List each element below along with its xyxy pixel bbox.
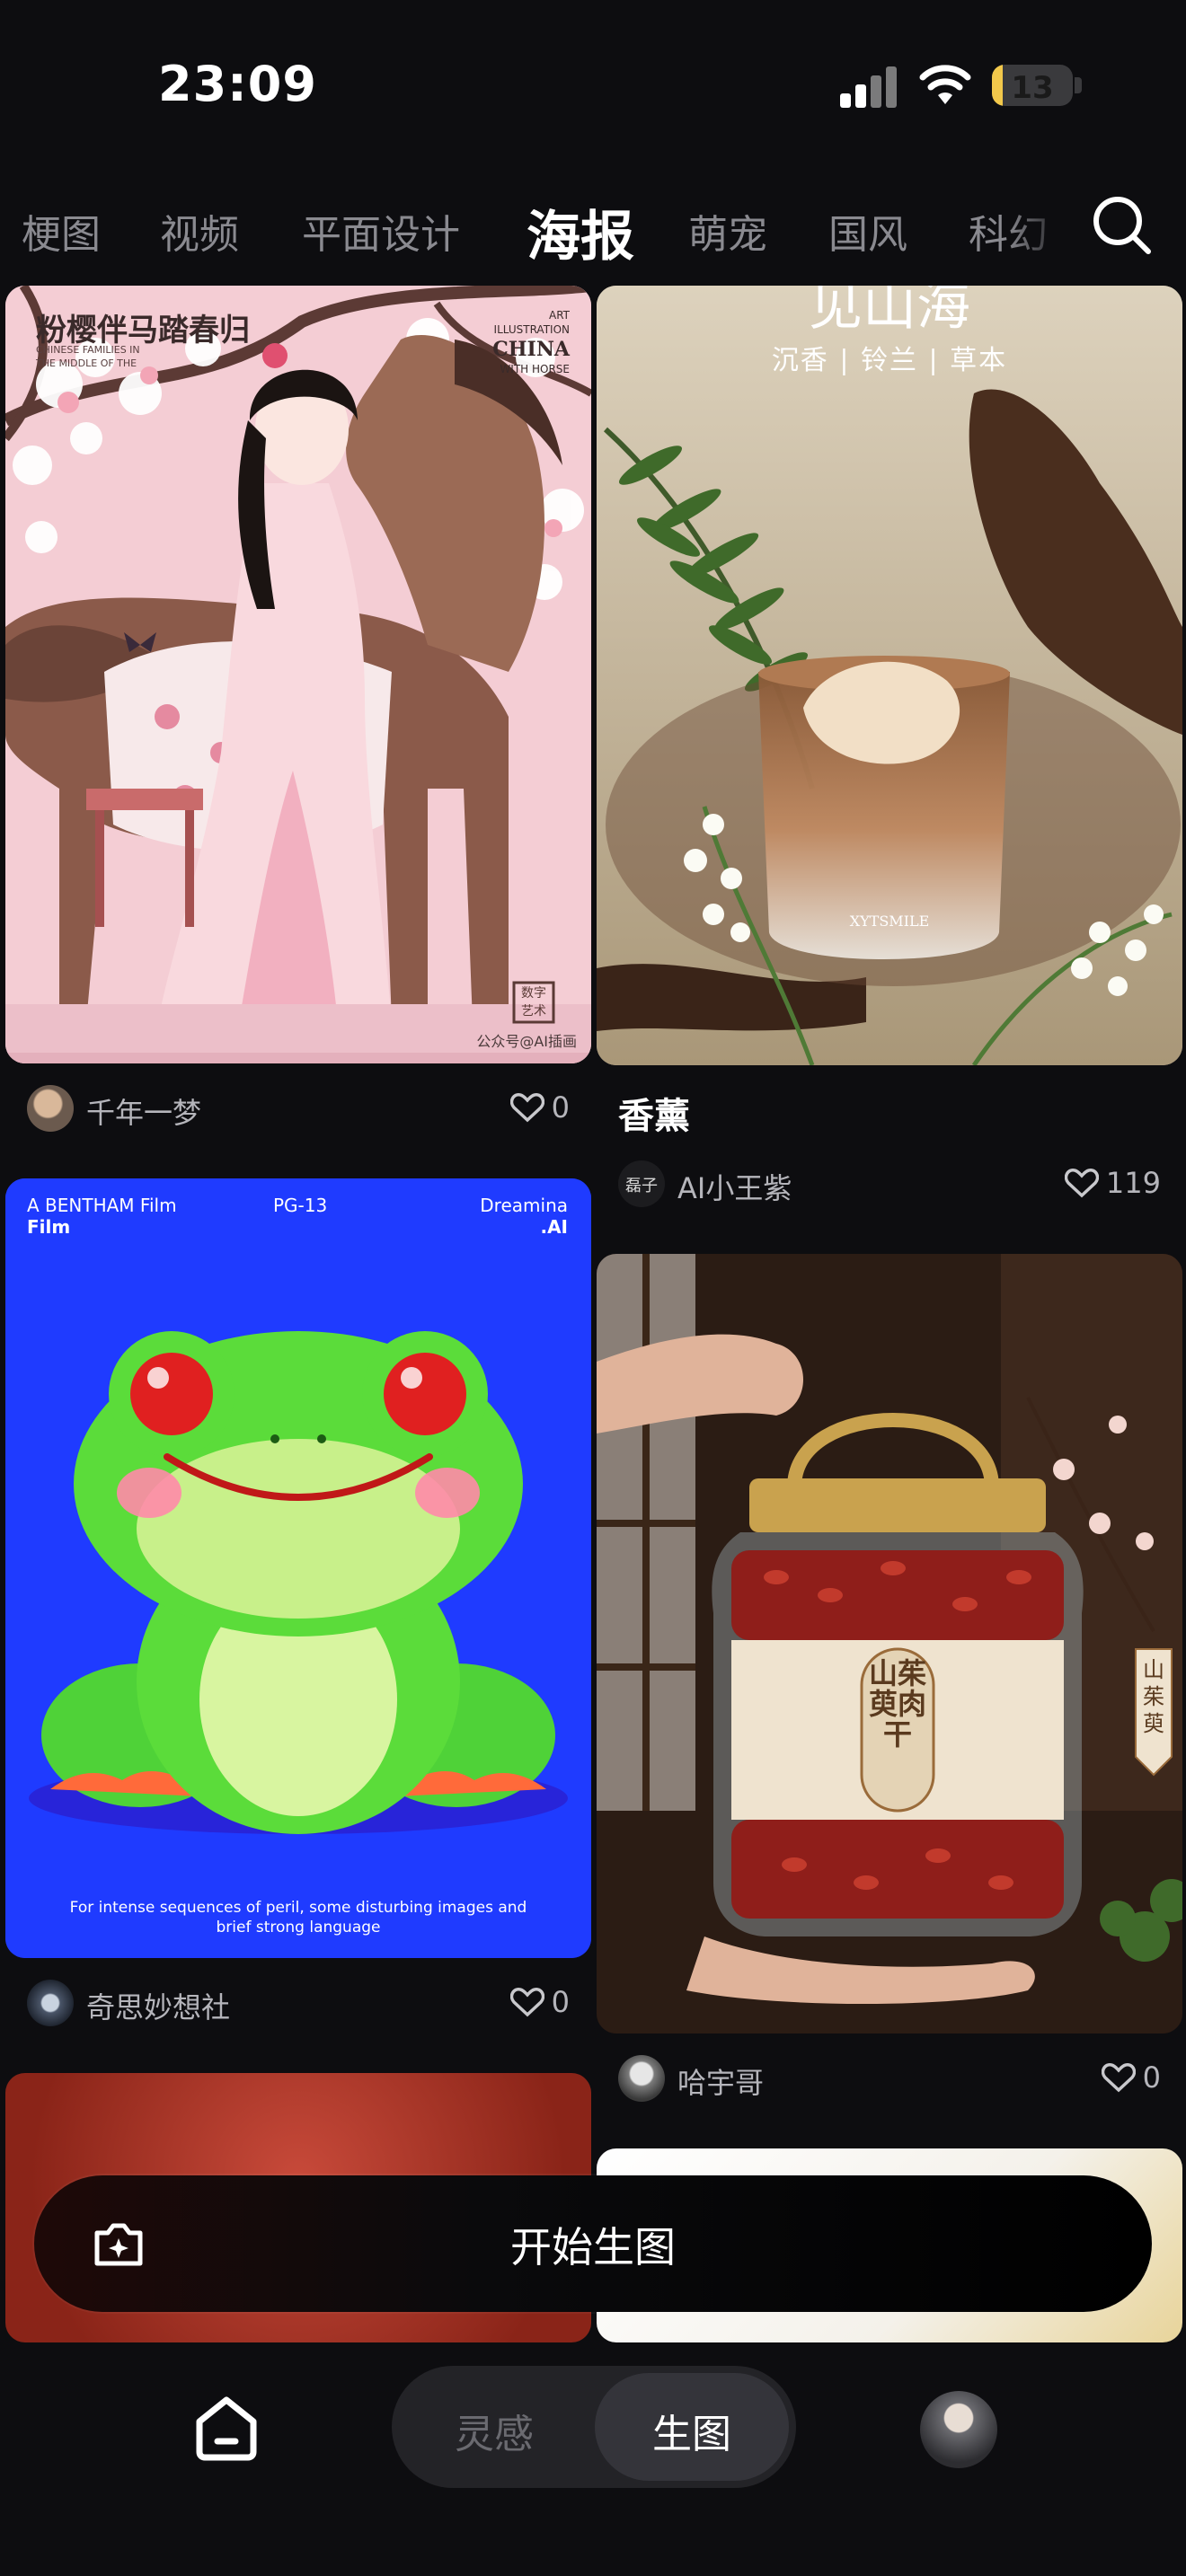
author-name[interactable]: 哈宇哥 bbox=[677, 2060, 764, 2102]
status-bar: 23:09 13 bbox=[0, 0, 1186, 171]
like-count: 0 bbox=[1142, 2060, 1161, 2095]
search-icon[interactable] bbox=[1089, 192, 1154, 257]
tab-fade bbox=[1006, 184, 1087, 274]
card-meta: 哈宇哥 0 bbox=[618, 2048, 1161, 2111]
author-name[interactable]: 奇思妙想社 bbox=[86, 1985, 230, 2026]
frog-brand: Dreamina bbox=[480, 1195, 568, 1216]
frog-studio: A BENTHAM Film bbox=[27, 1195, 177, 1216]
battery-tip bbox=[1075, 77, 1082, 93]
like-button[interactable]: 0 bbox=[509, 1985, 570, 2019]
tab-graphic-design[interactable]: 平面设计 bbox=[302, 202, 460, 260]
aroma-headline: 见山海 bbox=[809, 286, 970, 338]
feed-card-cherry-horse[interactable]: 粉樱伴马踏春归 ART ILLUSTRATION CHINA WITH HORS… bbox=[5, 286, 591, 1063]
start-generate-button[interactable]: 开始生图 bbox=[34, 2175, 1152, 2312]
aroma-subline: 沉香 | 铃兰 | 草本 bbox=[771, 345, 1008, 376]
like-button[interactable]: 0 bbox=[509, 1090, 570, 1125]
feed-card-jar[interactable]: 山茱萸肉干 山茱萸 bbox=[597, 1254, 1182, 2033]
tab-pets[interactable]: 萌宠 bbox=[688, 202, 767, 260]
feed-card-frog[interactable]: A BENTHAM Film Film PG-13 Dreamina .AI F… bbox=[5, 1178, 591, 1958]
start-generate-label: 开始生图 bbox=[510, 2223, 676, 2272]
frog-brand-sub: .AI bbox=[540, 1216, 568, 1238]
tab-guofeng[interactable]: 国风 bbox=[828, 202, 907, 260]
tab-poster[interactable]: 海报 bbox=[527, 193, 634, 271]
wifi-icon bbox=[919, 65, 971, 104]
bottom-nav: 灵感 生图 bbox=[0, 2344, 1186, 2576]
poster-illustration bbox=[5, 286, 591, 1063]
tab-meme[interactable]: 梗图 bbox=[22, 202, 101, 260]
card-title[interactable]: 香薰 bbox=[618, 1087, 690, 1139]
glass-label: XYTSMILE bbox=[849, 913, 930, 930]
poster-seal: 数字艺术 bbox=[521, 986, 546, 1019]
card-meta: 千年一梦 0 bbox=[27, 1078, 570, 1141]
author-name[interactable]: AI小王紫 bbox=[677, 1166, 792, 1207]
battery-level: 13 bbox=[1011, 70, 1054, 106]
like-count: 0 bbox=[551, 1090, 570, 1125]
heart-icon bbox=[1101, 2062, 1136, 2093]
avatar[interactable]: 磊子 bbox=[618, 1160, 665, 1207]
feed-card-aroma[interactable]: 见山海 沉香 | 铃兰 | 草本 XYTSMILE bbox=[597, 286, 1182, 1065]
jar-illustration bbox=[597, 1254, 1182, 2033]
poster-corner-illustration: ILLUSTRATION bbox=[493, 323, 570, 336]
frog-disclaimer-2: brief strong language bbox=[216, 1919, 381, 1936]
tab-generate-label: 生图 bbox=[652, 2412, 731, 2457]
tab-generate[interactable]: 生图 bbox=[595, 2373, 789, 2481]
author-name[interactable]: 千年一梦 bbox=[86, 1090, 201, 1132]
jar-tag-text: 山茱萸 bbox=[1143, 1657, 1164, 1736]
like-button[interactable]: 0 bbox=[1101, 2060, 1161, 2095]
signal-icon bbox=[840, 63, 898, 108]
avatar[interactable] bbox=[27, 1085, 74, 1132]
like-button[interactable]: 119 bbox=[1064, 1166, 1161, 1200]
battery-icon: 13 bbox=[992, 65, 1073, 106]
avatar-text: 磊子 bbox=[625, 1177, 658, 1195]
frog-illustration bbox=[5, 1178, 591, 1958]
heart-icon bbox=[509, 1987, 544, 2017]
card-meta: 磊子 AI小王紫 119 bbox=[618, 1153, 1161, 1216]
tab-inspiration[interactable]: 灵感 bbox=[455, 2402, 534, 2459]
poster-corner-art: ART bbox=[548, 309, 570, 322]
like-count: 119 bbox=[1105, 1166, 1161, 1200]
poster-bottom-text: 公众号@AI插画 bbox=[476, 1033, 577, 1050]
tab-video[interactable]: 视频 bbox=[160, 202, 239, 260]
frog-disclaimer-1: For intense sequences of peril, some dis… bbox=[69, 1899, 527, 1917]
poster-corner-china: CHINA bbox=[492, 338, 570, 361]
heart-icon bbox=[509, 1092, 544, 1123]
frog-film: Film bbox=[27, 1216, 71, 1238]
like-count: 0 bbox=[551, 1985, 570, 2019]
aroma-illustration bbox=[597, 286, 1182, 1065]
avatar[interactable] bbox=[27, 1980, 74, 2026]
status-time: 23:09 bbox=[158, 56, 317, 112]
avatar[interactable] bbox=[920, 2391, 997, 2468]
poster-corner-horse: WITH HORSE bbox=[500, 363, 570, 375]
poster-side-text: CHINESE FAMILIES IN THE MIDDLE OF THE bbox=[36, 344, 140, 369]
avatar[interactable] bbox=[618, 2055, 665, 2102]
home-icon[interactable] bbox=[190, 2391, 262, 2463]
category-tabs: 梗图 视频 平面设计 海报 萌宠 国风 科幻 bbox=[0, 184, 1186, 274]
heart-icon bbox=[1064, 1168, 1099, 1198]
frog-rating: PG-13 bbox=[273, 1195, 328, 1216]
jar-label-text: 山茱萸肉干 bbox=[868, 1656, 926, 1751]
card-meta: 奇思妙想社 0 bbox=[27, 1972, 570, 2035]
mode-switch: 灵感 生图 bbox=[392, 2366, 796, 2488]
